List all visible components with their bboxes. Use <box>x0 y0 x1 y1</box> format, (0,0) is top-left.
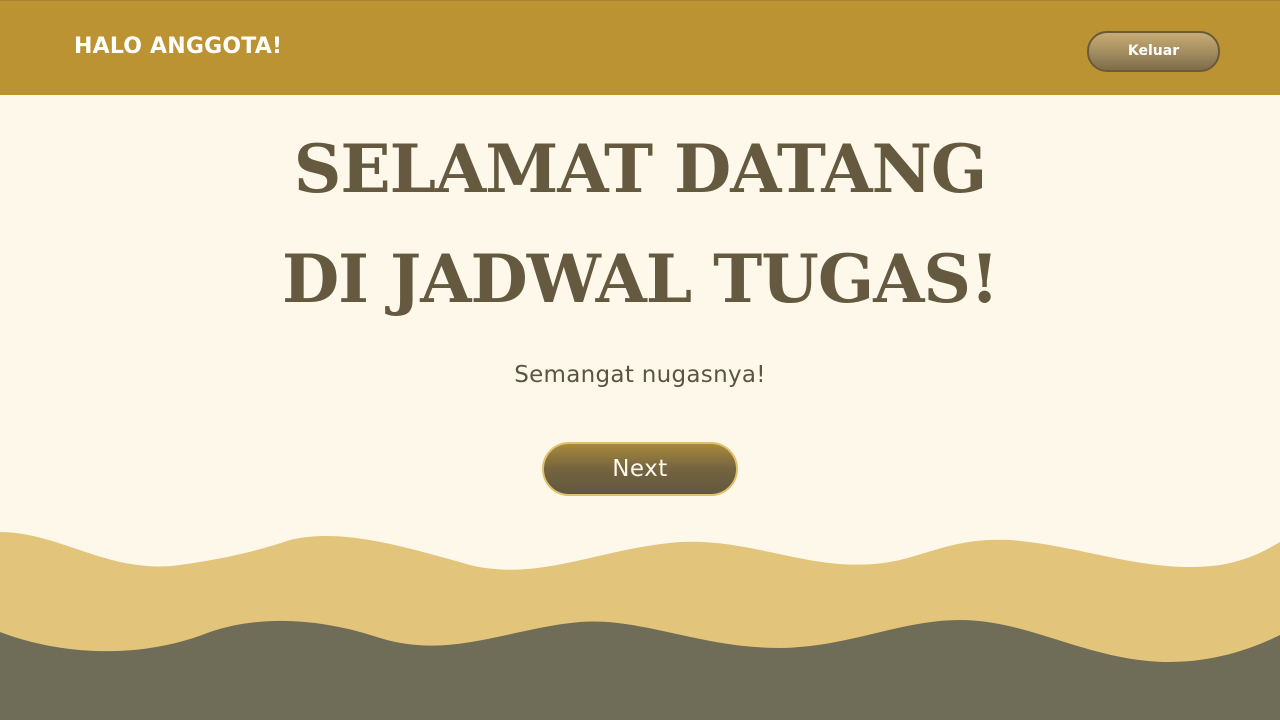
subtitle: Semangat nugasnya! <box>514 362 766 388</box>
welcome-headline-line2: DI JADWAL TUGAS! <box>281 240 999 318</box>
logout-button[interactable]: Keluar <box>1087 31 1220 72</box>
top-bar: HALO ANGGOTA! Keluar <box>0 0 1280 95</box>
welcome-headline-line1: SELAMAT DATANG <box>293 130 988 208</box>
decorative-waves <box>0 532 1280 720</box>
greeting-text: HALO ANGGOTA! <box>74 34 283 59</box>
next-button[interactable]: Next <box>542 442 738 496</box>
